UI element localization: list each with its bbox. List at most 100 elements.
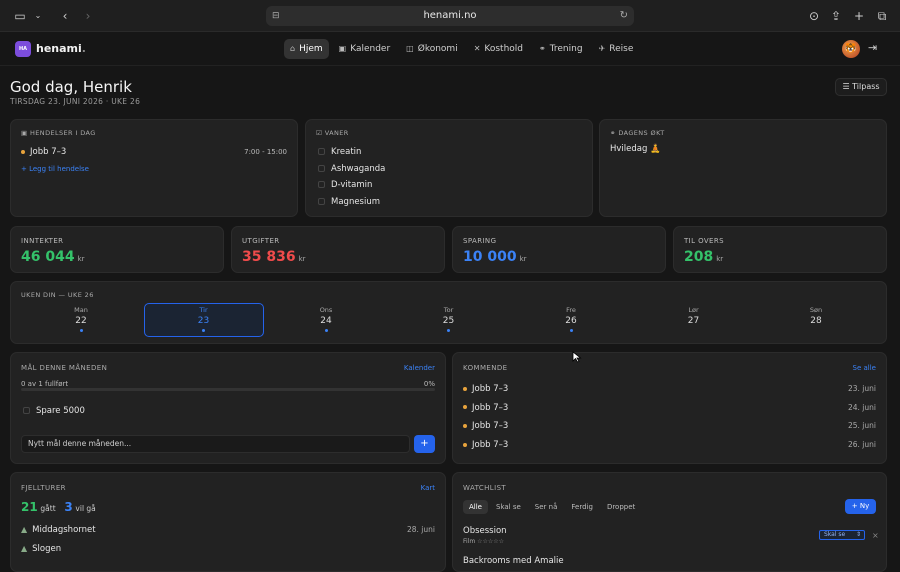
upcoming-item[interactable]: Jobb 7–3 23. juni bbox=[463, 384, 876, 394]
add-event-link[interactable]: + Legg til hendelse bbox=[21, 165, 89, 173]
tab-ser-nå[interactable]: Ser nå bbox=[529, 500, 564, 514]
reload-icon[interactable]: ↻ bbox=[620, 6, 628, 26]
tab-ferdig[interactable]: Ferdig bbox=[565, 500, 599, 514]
event-dot bbox=[463, 423, 467, 428]
back-icon[interactable]: ‹ bbox=[57, 8, 73, 24]
new-goal-input[interactable]: Nytt mål denne måneden... bbox=[21, 435, 410, 453]
goal-item[interactable]: Spare 5000 bbox=[23, 406, 85, 416]
stat-label: UTGIFTER bbox=[242, 237, 280, 245]
hikes-title: FJELLTURER bbox=[21, 484, 66, 492]
habit-checkbox[interactable] bbox=[318, 148, 325, 155]
chevron-down-icon[interactable]: ⌄ bbox=[30, 8, 46, 24]
day-man[interactable]: Man 22 bbox=[51, 306, 111, 332]
logo[interactable]: HA bbox=[15, 41, 31, 57]
day-søn[interactable]: Søn 28 bbox=[786, 306, 846, 326]
browser-toolbar: ▭ ⌄ ‹ › ⊟ henami.no ↻ ⊙ ⇪ + ⧉ bbox=[0, 0, 900, 32]
link-icon: ⚭ bbox=[610, 129, 616, 137]
nav-item-hjem[interactable]: ⌂ Hjem bbox=[284, 39, 329, 59]
habit-item[interactable]: D-vitamin bbox=[318, 180, 372, 190]
calendar-icon: ▣ bbox=[338, 44, 347, 53]
upcoming-item[interactable]: Jobb 7–3 26. juni bbox=[463, 440, 876, 450]
habit-item[interactable]: Magnesium bbox=[318, 197, 380, 207]
habit-item[interactable]: Ashwaganda bbox=[318, 164, 385, 174]
home-icon: ⌂ bbox=[290, 44, 296, 53]
habit-item[interactable]: Kreatin bbox=[318, 147, 361, 157]
stat-label: TIL OVERS bbox=[684, 237, 724, 245]
day-lør[interactable]: Lør 27 bbox=[664, 306, 724, 326]
week-card: UKEN DIN — UKE 26 Man 22 Tir 23 Ons 24 Tor 25 Fr… bbox=[10, 281, 887, 344]
day-fre[interactable]: Fre 26 bbox=[541, 306, 601, 332]
forward-icon[interactable]: › bbox=[80, 8, 96, 24]
address-bar[interactable]: ⊟ henami.no ↻ bbox=[266, 6, 634, 26]
nav-label: Kalender bbox=[350, 44, 391, 54]
event-dot bbox=[463, 442, 467, 447]
event-time: 7:00 - 15:00 bbox=[244, 148, 287, 156]
habit-checkbox[interactable] bbox=[318, 164, 325, 172]
calendar-icon: ▣ bbox=[21, 129, 28, 137]
goals-progress-text: 0 av 1 fullført bbox=[21, 380, 69, 388]
tab-alle[interactable]: Alle bbox=[463, 500, 488, 514]
hikes-card: FJELLTURER Kart 21 gått 3 vil gå ▲ Middag… bbox=[10, 472, 446, 572]
goals-card: MÅL DENNE MÅNEDEN Kalender 0 av 1 fullfø… bbox=[10, 352, 446, 464]
tab-skal-se[interactable]: Skal se bbox=[490, 500, 527, 514]
upcoming-card: KOMMENDE Se alle Jobb 7–3 23. juni Jobb 7–… bbox=[452, 352, 887, 464]
remove-icon[interactable]: × bbox=[872, 531, 879, 540]
logout-icon[interactable]: ⇥ bbox=[868, 41, 877, 54]
tab-droppet[interactable]: Droppet bbox=[601, 500, 641, 514]
hikes-summary: 21 gått 3 vil gå bbox=[21, 500, 96, 514]
mountain-icon: ▲ bbox=[21, 525, 28, 534]
upcoming-item[interactable]: Jobb 7–3 25. juni bbox=[463, 421, 876, 431]
food-icon: ✕ bbox=[473, 44, 481, 53]
watch-item-title[interactable]: Backrooms med Amalie bbox=[463, 556, 564, 566]
habit-checkbox[interactable] bbox=[318, 181, 325, 188]
plane-icon: ✈ bbox=[598, 44, 606, 53]
nav-item-trening[interactable]: ⚭ Trening bbox=[533, 39, 589, 59]
watchlist-card: WATCHLIST Alle Skal se Ser nå Ferdig Droppet… bbox=[452, 472, 887, 572]
habit-checkbox[interactable] bbox=[318, 197, 325, 205]
page-date: TIRSDAG 23. JUNI 2026 · UKE 26 bbox=[10, 97, 141, 106]
upcoming-item[interactable]: Jobb 7–3 24. juni bbox=[463, 403, 876, 413]
day-tir[interactable]: Tir 23 bbox=[174, 306, 234, 332]
status-select[interactable]: Skal se ⇕ bbox=[819, 530, 865, 540]
hike-item[interactable]: ▲ Middagshornet 28. juni bbox=[21, 525, 435, 535]
chevron-updown-icon: ⇕ bbox=[855, 531, 861, 538]
day-ons[interactable]: Ons 24 bbox=[296, 306, 356, 332]
stat-card-til-overs: TIL OVERS 208 kr bbox=[673, 226, 887, 273]
avatar[interactable]: 🐯 bbox=[842, 40, 860, 58]
watch-item-title[interactable]: Obsession bbox=[463, 526, 507, 536]
download-icon[interactable]: ⊙ bbox=[806, 8, 822, 24]
nav-label: Økonomi bbox=[417, 44, 458, 54]
tabs-overview-icon[interactable]: ⧉ bbox=[874, 8, 890, 24]
event-item[interactable]: Jobb 7–3 bbox=[21, 147, 66, 157]
customize-button[interactable]: ☰ Tilpass bbox=[835, 78, 887, 96]
events-title: ▣ HENDELSER I DAG bbox=[21, 129, 96, 137]
day-tor[interactable]: Tor 25 bbox=[419, 306, 479, 332]
nav-item-økonomi[interactable]: ◫ Økonomi bbox=[400, 39, 464, 59]
stat-value: 46 044 kr bbox=[21, 249, 85, 265]
calendar-link[interactable]: Kalender bbox=[404, 364, 435, 372]
workout-card: ⚭ DAGENS ØKT Hviledag 🧘 bbox=[599, 119, 887, 217]
event-dot bbox=[21, 149, 25, 154]
add-goal-button[interactable]: + bbox=[414, 435, 435, 453]
checkbox-icon: ☑ bbox=[316, 129, 323, 137]
new-watch-button[interactable]: + Ny bbox=[845, 499, 876, 514]
sliders-icon: ☰ bbox=[842, 82, 850, 91]
goal-checkbox[interactable] bbox=[23, 407, 30, 414]
wallet-icon: ◫ bbox=[406, 44, 414, 53]
nav-item-reise[interactable]: ✈ Reise bbox=[593, 39, 640, 59]
stat-card-sparing: SPARING 10 000 kr bbox=[452, 226, 666, 273]
nav-item-kosthold[interactable]: ✕ Kosthold bbox=[468, 39, 529, 59]
workout-title: ⚭ DAGENS ØKT bbox=[610, 129, 665, 137]
stat-card-inntekter: INNTEKTER 46 044 kr bbox=[10, 226, 224, 273]
see-all-link[interactable]: Se alle bbox=[853, 364, 876, 372]
sidebar-toggle-icon[interactable]: ▭ bbox=[12, 8, 28, 24]
share-icon[interactable]: ⇪ bbox=[828, 8, 844, 24]
hike-item[interactable]: ▲ Slogen bbox=[21, 544, 435, 554]
new-tab-icon[interactable]: + bbox=[851, 8, 867, 24]
brand-name[interactable]: henami. bbox=[36, 42, 86, 55]
star-rating[interactable]: ☆☆☆☆☆ bbox=[477, 538, 504, 545]
event-dot bbox=[202, 329, 205, 332]
site-settings-icon[interactable]: ⊟ bbox=[272, 6, 280, 26]
nav-item-kalender[interactable]: ▣ Kalender bbox=[333, 39, 397, 59]
map-link[interactable]: Kart bbox=[421, 484, 435, 492]
